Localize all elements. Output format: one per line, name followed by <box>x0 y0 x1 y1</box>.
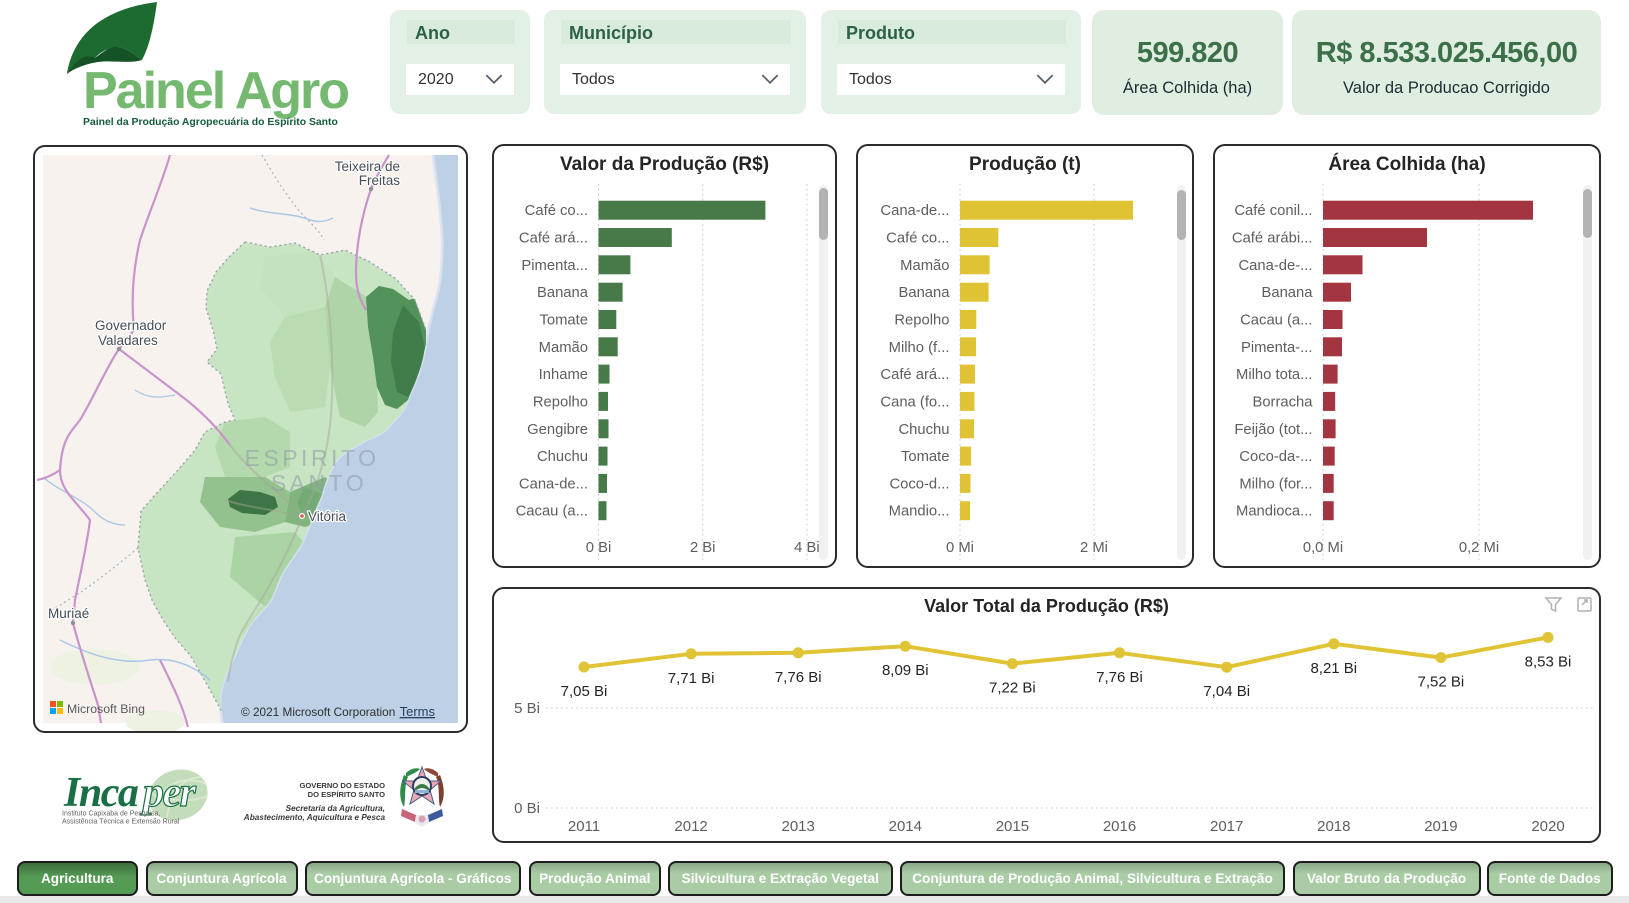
svg-text:Cacau (a...: Cacau (a... <box>1240 313 1312 329</box>
svg-text:Mandioca...: Mandioca... <box>1236 504 1313 520</box>
svg-text:Assistência Técnica e Extensão: Assistência Técnica e Extensão Rural <box>62 819 180 826</box>
svg-text:Café arábi...: Café arábi... <box>1232 231 1313 247</box>
svg-text:Feijão (tot...: Feijão (tot... <box>1234 422 1312 438</box>
svg-text:7,71 Bi: 7,71 Bi <box>668 670 715 687</box>
svg-text:Muriaé: Muriaé <box>48 606 89 621</box>
svg-text:Inhame: Inhame <box>539 367 588 383</box>
svg-text:8,53 Bi: 8,53 Bi <box>1525 653 1572 670</box>
svg-text:Repolho: Repolho <box>533 394 588 410</box>
svg-text:Freitas: Freitas <box>359 173 401 188</box>
svg-text:8,09 Bi: 8,09 Bi <box>882 662 929 679</box>
svg-text:7,05 Bi: 7,05 Bi <box>561 683 608 700</box>
svg-text:Terms: Terms <box>400 704 436 719</box>
svg-text:Café co...: Café co... <box>525 203 588 219</box>
svg-text:Tomate: Tomate <box>539 313 588 329</box>
svg-text:2 Bi: 2 Bi <box>690 540 716 556</box>
svg-text:Banana: Banana <box>1261 285 1313 301</box>
svg-text:7,22 Bi: 7,22 Bi <box>989 680 1036 697</box>
svg-text:7,76 Bi: 7,76 Bi <box>1096 669 1143 686</box>
svg-text:Vitória: Vitória <box>308 509 347 524</box>
svg-text:Cacau (a...: Cacau (a... <box>516 504 588 520</box>
svg-text:SANTO: SANTO <box>271 470 367 496</box>
svg-text:Banana: Banana <box>898 285 950 301</box>
svg-text:Milho (for...: Milho (for... <box>1239 476 1312 492</box>
svg-text:Pimenta...: Pimenta... <box>521 258 588 274</box>
svg-text:Inca: Inca <box>63 770 138 816</box>
svg-text:2 Mi: 2 Mi <box>1080 540 1108 556</box>
svg-text:Café ará...: Café ará... <box>880 367 949 383</box>
svg-text:Milho (f...: Milho (f... <box>889 340 950 356</box>
svg-text:ESPIRITO: ESPIRITO <box>245 445 380 471</box>
svg-text:Pimenta-...: Pimenta-... <box>1241 340 1313 356</box>
svg-text:Mamão: Mamão <box>539 340 588 356</box>
svg-text:Mandio...: Mandio... <box>889 504 950 520</box>
svg-text:0 Bi: 0 Bi <box>586 540 612 556</box>
svg-text:Milho tota...: Milho tota... <box>1236 367 1312 383</box>
svg-text:0,0 Mi: 0,0 Mi <box>1303 540 1343 556</box>
svg-text:Mamão: Mamão <box>900 258 949 274</box>
svg-text:2016: 2016 <box>1103 818 1136 835</box>
svg-text:Borracha: Borracha <box>1252 394 1313 410</box>
svg-text:7,76 Bi: 7,76 Bi <box>775 669 822 686</box>
svg-text:Teixeira de: Teixeira de <box>335 159 400 174</box>
svg-text:2020: 2020 <box>1531 818 1564 835</box>
svg-text:Instituto Capixaba de Pesquisa: Instituto Capixaba de Pesquisa, <box>62 811 161 818</box>
svg-text:4 Bi: 4 Bi <box>794 540 820 556</box>
svg-text:Cana-de...: Cana-de... <box>880 203 949 219</box>
svg-text:Coco-d...: Coco-d... <box>889 476 949 492</box>
svg-text:0,2 Mi: 0,2 Mi <box>1459 540 1499 556</box>
svg-text:Banana: Banana <box>537 285 589 301</box>
svg-text:Gengibre: Gengibre <box>527 422 588 438</box>
svg-text:2013: 2013 <box>782 818 815 835</box>
svg-text:0 Mi: 0 Mi <box>946 540 974 556</box>
svg-text:2011: 2011 <box>568 818 600 835</box>
svg-text:2017: 2017 <box>1210 818 1243 835</box>
svg-text:2014: 2014 <box>889 818 922 835</box>
svg-text:Café ará...: Café ará... <box>519 231 588 247</box>
svg-text:2012: 2012 <box>674 818 707 835</box>
svg-text:Microsoft Bing: Microsoft Bing <box>67 702 145 716</box>
svg-text:Coco-da-...: Coco-da-... <box>1239 449 1312 465</box>
svg-text:Valadares: Valadares <box>98 333 158 348</box>
svg-text:8,21 Bi: 8,21 Bi <box>1310 660 1357 677</box>
svg-text:Cana-de-...: Cana-de-... <box>1238 258 1312 274</box>
svg-text:7,52 Bi: 7,52 Bi <box>1418 674 1465 691</box>
svg-text:7,04 Bi: 7,04 Bi <box>1203 683 1250 700</box>
svg-text:2018: 2018 <box>1317 818 1350 835</box>
svg-text:2015: 2015 <box>996 818 1029 835</box>
svg-text:Café conil...: Café conil... <box>1234 203 1312 219</box>
svg-text:Tomate: Tomate <box>901 449 950 465</box>
svg-text:© 2021 Microsoft Corporation: © 2021 Microsoft Corporation <box>241 705 395 719</box>
svg-text:Governador: Governador <box>95 318 167 333</box>
svg-text:5 Bi: 5 Bi <box>514 700 540 717</box>
svg-text:Cana (fo...: Cana (fo... <box>880 394 949 410</box>
svg-text:2019: 2019 <box>1424 818 1457 835</box>
svg-text:0 Bi: 0 Bi <box>514 800 540 817</box>
svg-text:Café co...: Café co... <box>886 231 949 247</box>
svg-text:Chuchu: Chuchu <box>537 449 588 465</box>
svg-text:Cana-de...: Cana-de... <box>519 476 588 492</box>
svg-text:Chuchu: Chuchu <box>898 422 949 438</box>
svg-text:Repolho: Repolho <box>894 313 949 329</box>
